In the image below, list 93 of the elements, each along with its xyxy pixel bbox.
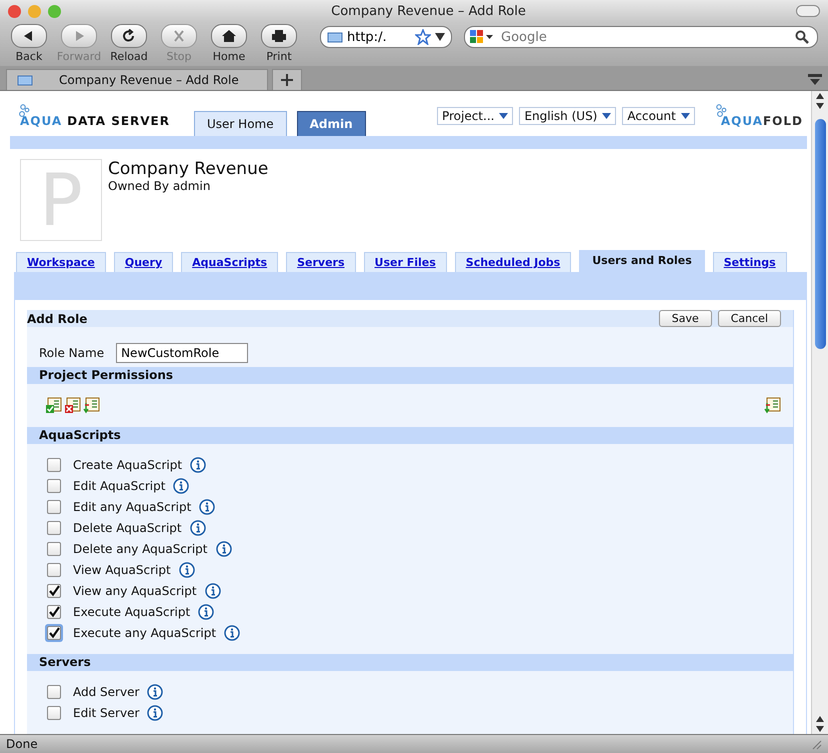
deselect-all-icon[interactable] (64, 397, 81, 414)
checkbox[interactable] (47, 584, 61, 598)
section-tab[interactable]: Scheduled Jobs (454, 252, 572, 272)
section-tab[interactable]: Query (114, 252, 174, 272)
scroll-thumb[interactable] (814, 119, 826, 349)
aquafold-logo: AQUAFOLD (712, 104, 803, 128)
search-icon[interactable] (795, 30, 809, 44)
info-icon[interactable] (190, 457, 206, 473)
section-tab[interactable]: User Files (364, 252, 447, 272)
section-tab[interactable]: Users and Roles (579, 250, 705, 272)
info-icon[interactable] (216, 541, 232, 557)
caret-icon (680, 113, 690, 119)
dropdown-menu[interactable]: Project... (436, 107, 514, 125)
section-header: Servers (27, 654, 793, 671)
dropdown-menu[interactable]: Account (622, 107, 695, 125)
permission-label: Add Server (73, 685, 140, 699)
folder-icon (17, 74, 33, 86)
scroll-down-icon[interactable] (814, 101, 826, 111)
address-field[interactable]: http:/. (320, 26, 452, 48)
section-tab[interactable]: Servers (286, 252, 356, 272)
permission-label: Delete AquaScript (73, 521, 182, 535)
form-button[interactable]: Save (658, 310, 712, 327)
tab-list-icon[interactable] (808, 74, 822, 86)
search-bar[interactable]: Google (464, 26, 818, 48)
vertical-scrollbar[interactable] (811, 91, 828, 734)
caret-icon (602, 113, 612, 119)
project-owner: Owned By admin (108, 179, 210, 193)
project-title: Company Revenue (108, 159, 268, 179)
checkbox[interactable] (47, 500, 61, 514)
checkbox[interactable] (47, 542, 61, 556)
checkbox[interactable] (47, 563, 61, 577)
permission-label: Create AquaScript (73, 458, 182, 472)
caret-icon[interactable] (435, 33, 445, 41)
section-header: AquaScripts (27, 427, 793, 444)
info-icon[interactable] (173, 478, 190, 494)
role-name-field[interactable]: NewCustomRole (116, 343, 248, 363)
checkbox[interactable] (47, 479, 61, 493)
resize-grip-icon[interactable] (810, 738, 822, 750)
section-header: Project Permissions (27, 367, 793, 384)
reload-icon (121, 29, 137, 43)
search-engine-icon[interactable] (469, 29, 495, 45)
search-field[interactable]: Google (499, 28, 791, 46)
info-icon[interactable] (178, 562, 195, 578)
status-text: Done (6, 737, 38, 751)
aqua-data-server-logo: AQUA DATA SERVER (14, 104, 170, 128)
plus-icon (281, 74, 293, 86)
caret-icon (499, 113, 508, 119)
permission-label: View any AquaScript (73, 584, 197, 598)
toolbar-toggle-button[interactable] (796, 5, 820, 17)
select-all-icon[interactable] (45, 397, 62, 414)
toolbar-button[interactable]: Back (6, 24, 52, 63)
printer-icon (271, 29, 287, 43)
permission-label: Edit any AquaScript (73, 500, 192, 514)
form-title: Add Role (27, 312, 88, 326)
info-icon[interactable] (204, 583, 221, 599)
toolbar-button[interactable]: Home (206, 24, 252, 63)
checkbox[interactable] (47, 458, 61, 472)
section-tab[interactable]: Workspace (16, 252, 106, 272)
browser-tab[interactable]: Company Revenue – Add Role (6, 69, 268, 90)
checkbox[interactable] (47, 706, 61, 720)
checkbox[interactable] (47, 605, 61, 619)
info-icon[interactable] (190, 520, 206, 536)
permission-label: Delete any AquaScript (73, 542, 208, 556)
nav-tab[interactable]: Admin (296, 111, 366, 136)
permission-label: Edit AquaScript (73, 479, 166, 493)
permission-label: View AquaScript (73, 563, 171, 577)
home-icon (221, 29, 237, 43)
window-title: Company Revenue – Add Role (330, 4, 527, 18)
checkbox[interactable] (47, 685, 61, 699)
folder-icon (327, 31, 343, 43)
star-icon[interactable] (415, 29, 431, 45)
permission-label: Edit Server (73, 706, 140, 720)
toolbar-button[interactable]: Print (256, 24, 302, 63)
nav-tab[interactable]: User Home (194, 111, 287, 136)
form-button[interactable]: Cancel (718, 310, 781, 327)
permission-label: Execute AquaScript (73, 605, 190, 619)
permission-label: Execute any AquaScript (73, 626, 216, 640)
new-tab-button[interactable] (272, 69, 302, 90)
close-window-button[interactable] (8, 4, 21, 18)
dropdown-menu[interactable]: English (US) (519, 107, 616, 125)
info-icon[interactable] (199, 499, 216, 515)
scroll-up-icon[interactable] (814, 714, 826, 724)
import-list-icon[interactable] (764, 397, 781, 414)
section-tab[interactable]: AquaScripts (181, 252, 278, 272)
section-tab[interactable]: Settings (712, 252, 787, 272)
info-icon[interactable] (147, 684, 164, 700)
import-list-icon[interactable] (83, 397, 100, 414)
info-icon[interactable] (224, 625, 240, 641)
toolbar-button[interactable]: Reload (106, 24, 152, 63)
info-icon[interactable] (147, 705, 164, 721)
info-icon[interactable] (198, 604, 214, 620)
field-label: Role Name (39, 346, 104, 360)
checkbox[interactable] (47, 521, 61, 535)
